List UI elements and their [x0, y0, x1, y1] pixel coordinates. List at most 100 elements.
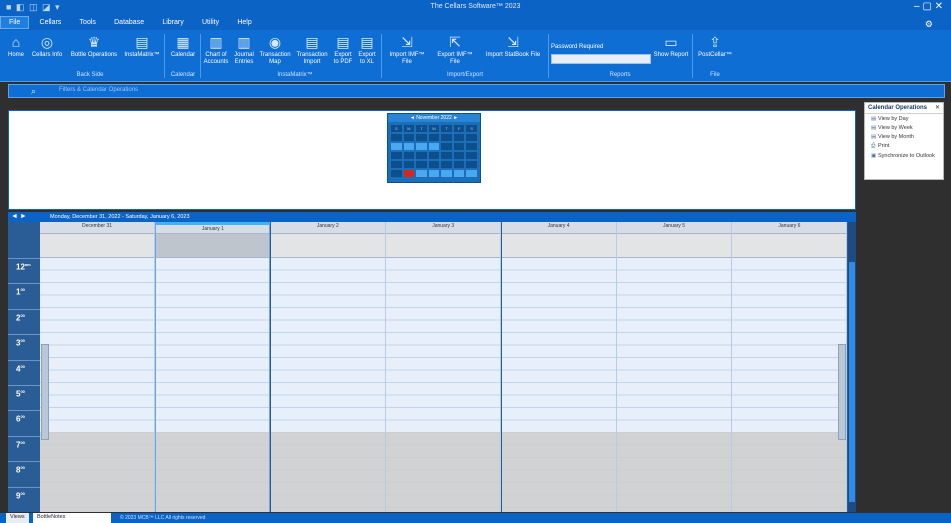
filter-bar[interactable]: ⌕ Filters & Calendar Operations: [8, 84, 945, 98]
chart-of-accounts-button[interactable]: ▥ Chart of Accounts: [202, 34, 230, 66]
day-header[interactable]: December 31: [40, 222, 154, 234]
mini-calendar-day[interactable]: [453, 134, 465, 141]
previous-appointment-tab[interactable]: [41, 344, 49, 440]
all-day-slot[interactable]: [270, 234, 385, 258]
mini-calendar-day[interactable]: [391, 134, 402, 141]
day-column[interactable]: December 31: [40, 222, 155, 512]
menu-file[interactable]: File: [0, 16, 30, 29]
calendar-button[interactable]: ▦ Calendar: [168, 34, 198, 59]
mini-calendar-day[interactable]: [466, 143, 477, 150]
journal-entries-button[interactable]: ▥ Journal Entries: [232, 34, 256, 66]
mini-calendar-day[interactable]: [453, 161, 465, 168]
day-column[interactable]: January 4: [501, 222, 617, 512]
day-header[interactable]: January 2: [270, 222, 385, 234]
mini-calendar-day[interactable]: [428, 170, 440, 177]
transaction-import-button[interactable]: ▤ Transaction Import: [294, 34, 330, 66]
mini-calendar-header[interactable]: ◄ November 2022 ►: [388, 114, 480, 122]
day-header[interactable]: January 6: [732, 222, 847, 234]
day-header[interactable]: January 5: [617, 222, 731, 234]
op-print[interactable]: ⎙ Print: [865, 141, 943, 151]
mini-calendar-day[interactable]: [466, 152, 477, 159]
all-day-slot[interactable]: [617, 234, 731, 258]
mini-calendar-day[interactable]: [403, 161, 415, 168]
import-statbook-button[interactable]: ⇲ Import StatBook File: [480, 34, 546, 59]
day-column[interactable]: January 1: [155, 222, 271, 512]
mini-calendar-day[interactable]: [416, 170, 427, 177]
password-field[interactable]: [551, 54, 651, 64]
tab-bottlenotes[interactable]: BottleNotes: [33, 513, 111, 523]
mini-calendar-day[interactable]: [466, 134, 477, 141]
mini-calendar-day[interactable]: [466, 170, 477, 177]
menu-tools[interactable]: Tools: [72, 17, 104, 28]
mini-calendar-day[interactable]: [441, 152, 452, 159]
vertical-scrollbar[interactable]: [848, 222, 856, 512]
mini-calendar-day[interactable]: [441, 134, 452, 141]
mini-calendar-day[interactable]: [403, 143, 415, 150]
all-day-slot[interactable]: [156, 234, 270, 258]
export-imf-button[interactable]: ⇱ Export IMF™ File: [432, 34, 478, 66]
mini-calendar-day[interactable]: [441, 143, 452, 150]
all-day-slot[interactable]: [501, 234, 616, 258]
close-icon[interactable]: ✕: [935, 104, 940, 111]
mini-calendar-day[interactable]: [391, 143, 402, 150]
op-view-by-month[interactable]: ▤ View by Month: [865, 132, 943, 141]
mini-calendar-day[interactable]: [416, 161, 427, 168]
search-icon[interactable]: ⌕: [31, 86, 36, 97]
all-day-slot[interactable]: [732, 234, 847, 258]
mini-calendar-day[interactable]: [416, 134, 427, 141]
week-nav-buttons[interactable]: ◄ ►: [11, 213, 27, 220]
mini-calendar-day[interactable]: [441, 170, 452, 177]
show-report-button[interactable]: ▭ Show Report: [652, 34, 690, 59]
mini-calendar-day[interactable]: [403, 170, 415, 177]
mini-calendar-day[interactable]: [453, 170, 465, 177]
mini-calendar-day[interactable]: [466, 161, 477, 168]
group-label-file: File: [710, 72, 720, 78]
tab-views[interactable]: Views: [6, 513, 29, 523]
day-column[interactable]: January 3: [386, 222, 502, 512]
instamatrix-button[interactable]: ▤ InstaMatrix™: [122, 34, 162, 59]
export-xl-button[interactable]: ▤ Export to XL: [356, 34, 378, 66]
menu-help[interactable]: Help: [229, 17, 259, 28]
day-column[interactable]: January 2: [270, 222, 386, 512]
mini-calendar-day[interactable]: [403, 134, 415, 141]
mini-calendar-day[interactable]: [416, 143, 427, 150]
day-column[interactable]: January 5: [617, 222, 732, 512]
window-controls[interactable]: – ▢ ✕: [914, 1, 943, 12]
op-view-by-week[interactable]: ▤ View by Week: [865, 123, 943, 132]
export-pdf-button[interactable]: ▤ Export to PDF: [332, 34, 354, 66]
import-imf-button[interactable]: ⇲ Import IMF™ File: [384, 34, 430, 66]
home-button[interactable]: ⌂ Home: [6, 34, 26, 59]
mini-calendar[interactable]: ◄ November 2022 ► SMTWTFS: [387, 113, 481, 183]
transaction-map-button[interactable]: ◉ Transaction Map: [258, 34, 292, 66]
mini-calendar-day[interactable]: [453, 143, 465, 150]
all-day-slot[interactable]: [40, 234, 154, 258]
mini-calendar-day[interactable]: [416, 152, 427, 159]
mini-calendar-day[interactable]: [428, 143, 440, 150]
mini-calendar-day[interactable]: [453, 152, 465, 159]
menu-utility[interactable]: Utility: [194, 17, 227, 28]
mini-calendar-grid[interactable]: SMTWTFS: [388, 122, 480, 180]
op-sync-outlook[interactable]: ▣ Synchronize to Outlook: [865, 151, 943, 160]
day-column[interactable]: January 6: [732, 222, 848, 512]
mini-calendar-day[interactable]: [403, 152, 415, 159]
day-header[interactable]: January 1: [156, 222, 270, 234]
next-appointment-tab[interactable]: [838, 344, 846, 440]
day-header[interactable]: January 3: [386, 222, 501, 234]
postcellar-button[interactable]: ⇪ PostCellar™: [694, 34, 736, 59]
menu-library[interactable]: Library: [154, 17, 191, 28]
mini-calendar-day[interactable]: [391, 170, 402, 177]
mini-calendar-day[interactable]: [391, 161, 402, 168]
day-header[interactable]: January 4: [501, 222, 616, 234]
mini-calendar-day[interactable]: [428, 152, 440, 159]
menu-cellars[interactable]: Cellars: [32, 17, 70, 28]
mini-calendar-day[interactable]: [428, 134, 440, 141]
mini-calendar-day[interactable]: [391, 152, 402, 159]
mini-calendar-day[interactable]: [428, 161, 440, 168]
menu-database[interactable]: Database: [106, 17, 152, 28]
op-view-by-day[interactable]: ▤ View by Day: [865, 114, 943, 123]
scroll-thumb[interactable]: [849, 262, 855, 502]
cellars-info-button[interactable]: ◎ Cellars Info: [30, 34, 64, 59]
all-day-slot[interactable]: [386, 234, 501, 258]
mini-calendar-day[interactable]: [441, 161, 452, 168]
bottle-operations-button[interactable]: ♛ Bottle Operations: [68, 34, 120, 59]
